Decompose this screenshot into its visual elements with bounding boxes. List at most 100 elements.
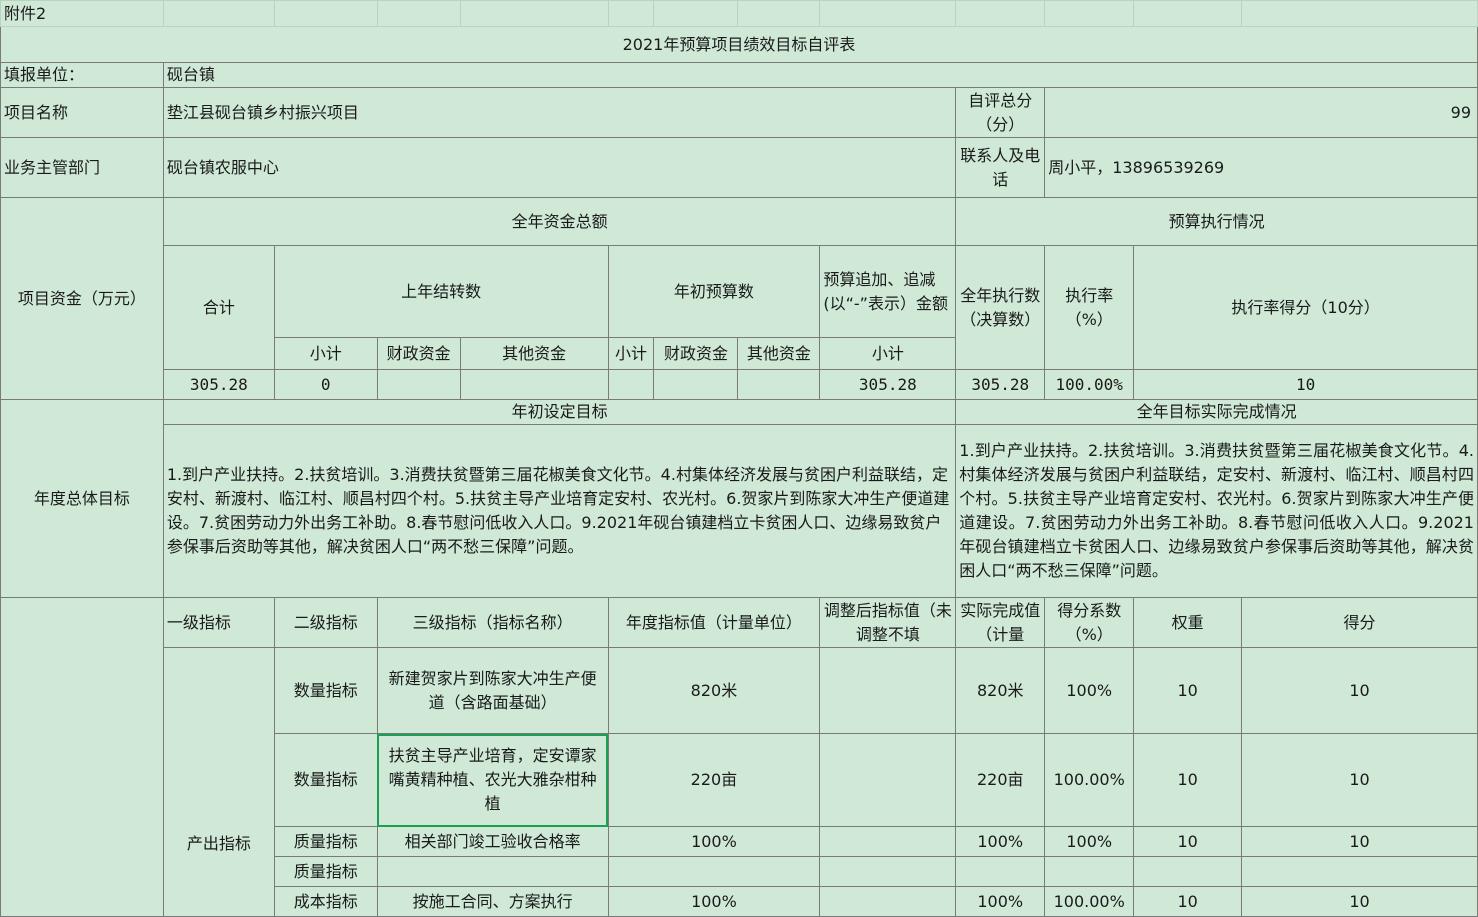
empty-cell[interactable] [1241, 0, 1478, 27]
funds-exec-rate-label[interactable]: 执行率（%） [1044, 245, 1135, 370]
row3-score[interactable] [1241, 856, 1478, 887]
contact-value[interactable]: 周小平，13896539269 [1044, 137, 1478, 198]
carry-fiscal-label[interactable]: 财政资金 [376, 337, 461, 370]
initial-subtotal-label[interactable]: 小计 [607, 337, 655, 370]
attachment-label[interactable]: 附件2 [0, 0, 164, 27]
table-title[interactable]: 2021年预算项目绩效目标自评表 [0, 26, 1478, 63]
row1-level2[interactable]: 数量指标 [273, 733, 378, 827]
adjust-subtotal-label[interactable]: 小计 [819, 337, 957, 370]
row0-weight[interactable]: 10 [1133, 647, 1243, 734]
row1-annual[interactable]: 220亩 [607, 733, 821, 827]
indicator-empty-left[interactable] [0, 597, 164, 917]
row2-weight[interactable]: 10 [1133, 826, 1243, 857]
carry-other-label[interactable]: 其他资金 [459, 337, 609, 370]
initial-fiscal-value[interactable] [653, 369, 739, 400]
sum-value[interactable]: 305.28 [162, 369, 275, 400]
dept-value[interactable]: 砚台镇农服中心 [162, 137, 957, 198]
row2-coef[interactable]: 100% [1044, 826, 1135, 857]
initial-fiscal-label[interactable]: 财政资金 [653, 337, 739, 370]
row4-annual[interactable]: 100% [607, 886, 821, 917]
carry-subtotal-value[interactable]: 0 [273, 369, 378, 400]
indicator-header-score[interactable]: 得分 [1241, 597, 1478, 648]
row3-annual[interactable] [607, 856, 821, 887]
adjust-subtotal-value[interactable]: 305.28 [819, 369, 957, 400]
row2-level3[interactable]: 相关部门竣工验收合格率 [376, 826, 609, 857]
carry-other-value[interactable] [459, 369, 609, 400]
annual-goal-actual-header[interactable]: 全年目标实际完成情况 [955, 399, 1478, 425]
row1-coef[interactable]: 100.00% [1044, 733, 1135, 827]
row2-annual[interactable]: 100% [607, 826, 821, 857]
annual-goal-label[interactable]: 年度总体目标 [0, 399, 164, 598]
annual-goal-actual-text[interactable]: 1.到户产业扶持。2.扶贫培训。3.消费扶贫暨第三届花椒美食文化节。4.村集体经… [955, 424, 1478, 598]
total-score-label[interactable]: 自评总分（分） [955, 87, 1046, 138]
indicator-group-output[interactable]: 产出指标 [162, 647, 275, 917]
exec-rate-value[interactable]: 100.00% [1044, 369, 1135, 400]
indicator-header-coef[interactable]: 得分系数（%） [1044, 597, 1135, 648]
row0-level2[interactable]: 数量指标 [273, 647, 378, 734]
row3-actual[interactable] [955, 856, 1046, 887]
project-name-label[interactable]: 项目名称 [0, 87, 164, 138]
dept-label[interactable]: 业务主管部门 [0, 137, 164, 198]
exec-amount-value[interactable]: 305.28 [955, 369, 1046, 400]
row3-coef[interactable] [1044, 856, 1135, 887]
annual-goal-set-header[interactable]: 年初设定目标 [162, 399, 957, 425]
initial-other-value[interactable] [737, 369, 821, 400]
indicator-header-level2[interactable]: 二级指标 [273, 597, 378, 648]
funds-total-header[interactable]: 全年资金总额 [162, 197, 957, 246]
row4-actual[interactable]: 100% [955, 886, 1046, 917]
funds-exec-amount-label[interactable]: 全年执行数（决算数） [955, 245, 1046, 370]
empty-cell[interactable] [955, 0, 1046, 27]
row0-actual[interactable]: 820米 [955, 647, 1046, 734]
empty-cell[interactable] [819, 0, 957, 27]
empty-cell[interactable] [653, 0, 739, 27]
row3-weight[interactable] [1133, 856, 1243, 887]
row1-level3[interactable]: 扶贫主导产业培育，定安谭家嘴黄精种植、农光大雅杂柑种植 [376, 733, 609, 827]
row2-score[interactable]: 10 [1241, 826, 1478, 857]
row2-actual[interactable]: 100% [955, 826, 1046, 857]
row3-level3[interactable] [376, 856, 609, 887]
unit-label[interactable]: 填报单位： [0, 62, 164, 88]
project-name-value[interactable]: 垫江县砚台镇乡村振兴项目 [162, 87, 957, 138]
funds-adjust-label[interactable]: 预算追加、追减(以“-”表示）金额 [819, 245, 957, 338]
initial-other-label[interactable]: 其他资金 [737, 337, 821, 370]
unit-value[interactable]: 砚台镇 [162, 62, 1478, 88]
row0-score[interactable]: 10 [1241, 647, 1478, 734]
indicator-header-weight[interactable]: 权重 [1133, 597, 1243, 648]
row0-level3[interactable]: 新建贺家片到陈家大冲生产便道（含路面基础） [376, 647, 609, 734]
indicator-header-adjusted[interactable]: 调整后指标值（未调整不填 [819, 597, 957, 648]
row4-score[interactable]: 10 [1241, 886, 1478, 917]
row1-actual[interactable]: 220亩 [955, 733, 1046, 827]
row2-adjusted[interactable] [819, 826, 957, 857]
row1-adjusted[interactable] [819, 733, 957, 827]
indicator-header-level1[interactable]: 一级指标 [162, 597, 275, 648]
empty-cell[interactable] [607, 0, 655, 27]
row3-adjusted[interactable] [819, 856, 957, 887]
funds-sum-label[interactable]: 合计 [162, 245, 275, 370]
empty-cell[interactable] [737, 0, 821, 27]
row2-level2[interactable]: 质量指标 [273, 826, 378, 857]
empty-cell[interactable] [376, 0, 461, 27]
initial-subtotal-value[interactable] [607, 369, 655, 400]
funds-exec-score-label[interactable]: 执行率得分（10分） [1133, 245, 1478, 370]
funds-row-label[interactable]: 项目资金（万元） [0, 197, 164, 400]
empty-cell[interactable] [1133, 0, 1243, 27]
row4-adjusted[interactable] [819, 886, 957, 917]
annual-goal-set-text[interactable]: 1.到户产业扶持。2.扶贫培训。3.消费扶贫暨第三届花椒美食文化节。4.村集体经… [162, 424, 957, 598]
row1-score[interactable]: 10 [1241, 733, 1478, 827]
row4-level3[interactable]: 按施工合同、方案执行 [376, 886, 609, 917]
row1-weight[interactable]: 10 [1133, 733, 1243, 827]
row4-coef[interactable]: 100.00% [1044, 886, 1135, 917]
empty-cell[interactable] [1044, 0, 1135, 27]
funds-exec-header[interactable]: 预算执行情况 [955, 197, 1478, 246]
row0-annual[interactable]: 820米 [607, 647, 821, 734]
contact-label[interactable]: 联系人及电话 [955, 137, 1046, 198]
funds-carry-label[interactable]: 上年结转数 [273, 245, 609, 338]
row0-coef[interactable]: 100% [1044, 647, 1135, 734]
funds-initial-label[interactable]: 年初预算数 [607, 245, 821, 338]
row3-level2[interactable]: 质量指标 [273, 856, 378, 887]
empty-cell[interactable] [459, 0, 609, 27]
empty-cell[interactable] [162, 0, 275, 27]
indicator-header-annual[interactable]: 年度指标值（计量单位） [607, 597, 821, 648]
row4-level2[interactable]: 成本指标 [273, 886, 378, 917]
indicator-header-level3[interactable]: 三级指标（指标名称） [376, 597, 609, 648]
